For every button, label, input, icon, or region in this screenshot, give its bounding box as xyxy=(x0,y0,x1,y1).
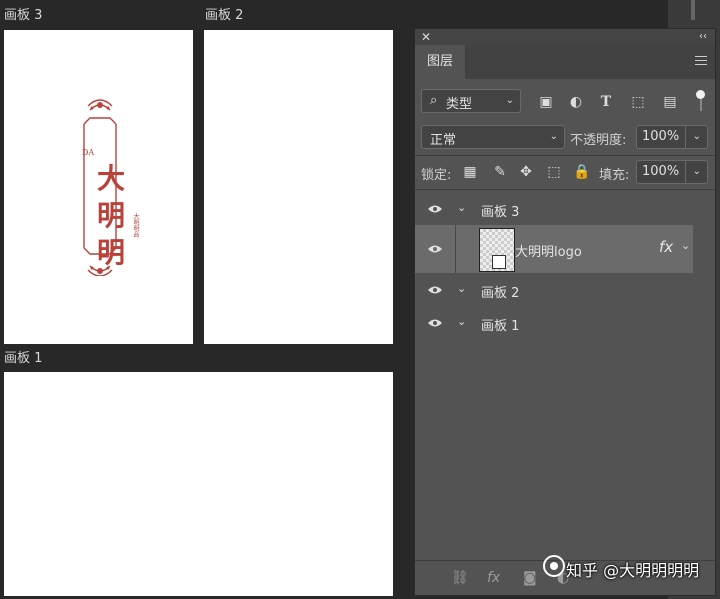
tab-bar: 图层 xyxy=(415,45,715,79)
chevron-down-icon[interactable]: ⌄ xyxy=(457,315,466,328)
close-icon[interactable]: ✕ xyxy=(421,29,431,45)
watermark-logo-icon xyxy=(543,555,565,577)
chevron-down-icon: ⌄ xyxy=(692,166,701,177)
panel-menu-icon[interactable] xyxy=(695,56,707,66)
dock-divider xyxy=(691,0,695,20)
logo-char: 明 xyxy=(96,236,125,269)
type-filter-icon[interactable]: T xyxy=(597,93,615,111)
smart-object-filter-icon[interactable]: ▤ xyxy=(661,93,679,111)
artboard-label-3[interactable]: 画板 3 xyxy=(4,4,42,23)
logo-char: 明 xyxy=(96,199,125,232)
artboard-2[interactable] xyxy=(204,30,393,344)
artboard-1[interactable] xyxy=(4,372,393,596)
filter-kind-dropdown[interactable]: ⌕ 类型 ⌄ xyxy=(421,89,521,113)
layer-thumbnail[interactable] xyxy=(479,228,515,272)
lock-label: 锁定: xyxy=(421,168,452,183)
layer-row-artboard-3[interactable]: ⌄ 画板 3 xyxy=(415,194,693,224)
link-icon[interactable]: ⛓ xyxy=(451,570,469,586)
layer-name[interactable]: 画板 1 xyxy=(481,315,519,334)
panel-header: ✕ ‹‹ xyxy=(415,29,715,45)
layer-name[interactable]: 大明明logo xyxy=(515,241,582,260)
eye-icon[interactable] xyxy=(427,244,443,254)
lock-artboard-icon[interactable]: ⬚ xyxy=(545,163,563,181)
logo-initials: DA xyxy=(82,148,95,157)
layer-row-logo[interactable]: 大明明logo fx ⌄ xyxy=(415,225,693,273)
fx-icon[interactable]: fx xyxy=(487,570,500,586)
chevron-down-icon[interactable]: ⌄ xyxy=(457,201,466,214)
layer-row-artboard-1[interactable]: ⌄ 画板 1 xyxy=(415,307,693,339)
filter-row: ⌕ 类型 ⌄ ▣ ◐ T ⬚ ▤ xyxy=(415,87,715,119)
shape-filter-icon[interactable]: ⬚ xyxy=(629,93,647,111)
layers-panel[interactable]: ✕ ‹‹ 图层 ⌕ 类型 ⌄ ▣ ◐ T ⬚ ▤ 正常 ⌄ 不透明度: 100% xyxy=(414,28,716,596)
eye-icon[interactable] xyxy=(427,285,443,295)
lock-move-icon[interactable]: ✥ xyxy=(517,163,535,181)
fill-field[interactable]: 100% ⌄ xyxy=(636,160,708,184)
divider xyxy=(415,189,715,190)
fill-label: 填充: xyxy=(599,168,630,183)
smart-object-badge-icon xyxy=(492,255,506,269)
chevron-down-icon: ⌄ xyxy=(692,131,701,142)
logo-vertical-text: 大明明品 xyxy=(132,213,139,237)
logo-char: 大 xyxy=(96,162,125,195)
mask-icon[interactable]: ◙ xyxy=(523,570,537,586)
chevron-down-icon: ⌄ xyxy=(549,131,558,142)
lock-all-icon[interactable]: 🔒 xyxy=(573,163,591,181)
artboard-label-1[interactable]: 画板 1 xyxy=(4,347,42,366)
chevron-down-icon[interactable]: ⌄ xyxy=(457,282,466,295)
filter-kind-label: 类型 xyxy=(446,97,473,112)
lock-paint-icon[interactable]: ✎ xyxy=(491,163,509,181)
eye-icon[interactable] xyxy=(427,204,443,214)
blend-mode-dropdown[interactable]: 正常 ⌄ xyxy=(421,125,565,149)
layer-name[interactable]: 画板 2 xyxy=(481,282,519,301)
layer-row-artboard-2[interactable]: ⌄ 画板 2 xyxy=(415,274,693,306)
filter-toggle[interactable] xyxy=(696,90,706,112)
image-filter-icon[interactable]: ▣ xyxy=(537,93,555,111)
watermark-text: 知乎 @大明明明明 xyxy=(566,561,700,580)
logo-title: 大 明 明 xyxy=(94,160,128,271)
chevron-down-icon: ⌄ xyxy=(505,95,514,106)
collapse-icon[interactable]: ‹‹ xyxy=(699,29,707,45)
tab-layers[interactable]: 图层 xyxy=(415,45,465,79)
blend-mode-value: 正常 xyxy=(430,133,457,148)
lock-row: 锁定: ▦ ✎ ✥ ⬚ 🔒 填充: 100% ⌄ xyxy=(415,157,715,187)
layer-name[interactable]: 画板 3 xyxy=(481,201,519,220)
fx-icon[interactable]: fx xyxy=(659,238,673,256)
blend-row: 正常 ⌄ 不透明度: 100% ⌄ xyxy=(415,123,715,153)
opacity-label: 不透明度: xyxy=(570,133,627,148)
chevron-down-icon[interactable]: ⌄ xyxy=(681,239,690,252)
divider xyxy=(415,155,715,156)
adjustment-filter-icon[interactable]: ◐ xyxy=(567,93,585,111)
opacity-value: 100% xyxy=(642,129,680,144)
lock-transparent-icon[interactable]: ▦ xyxy=(461,163,479,181)
layer-indent xyxy=(455,225,456,273)
fill-value: 100% xyxy=(642,164,680,179)
artboard-label-2[interactable]: 画板 2 xyxy=(205,4,243,23)
search-icon: ⌕ xyxy=(430,93,438,108)
eye-icon[interactable] xyxy=(427,318,443,328)
opacity-field[interactable]: 100% ⌄ xyxy=(636,125,708,149)
artboard-3[interactable]: DA 大 明 明 大明明品 xyxy=(4,30,193,344)
